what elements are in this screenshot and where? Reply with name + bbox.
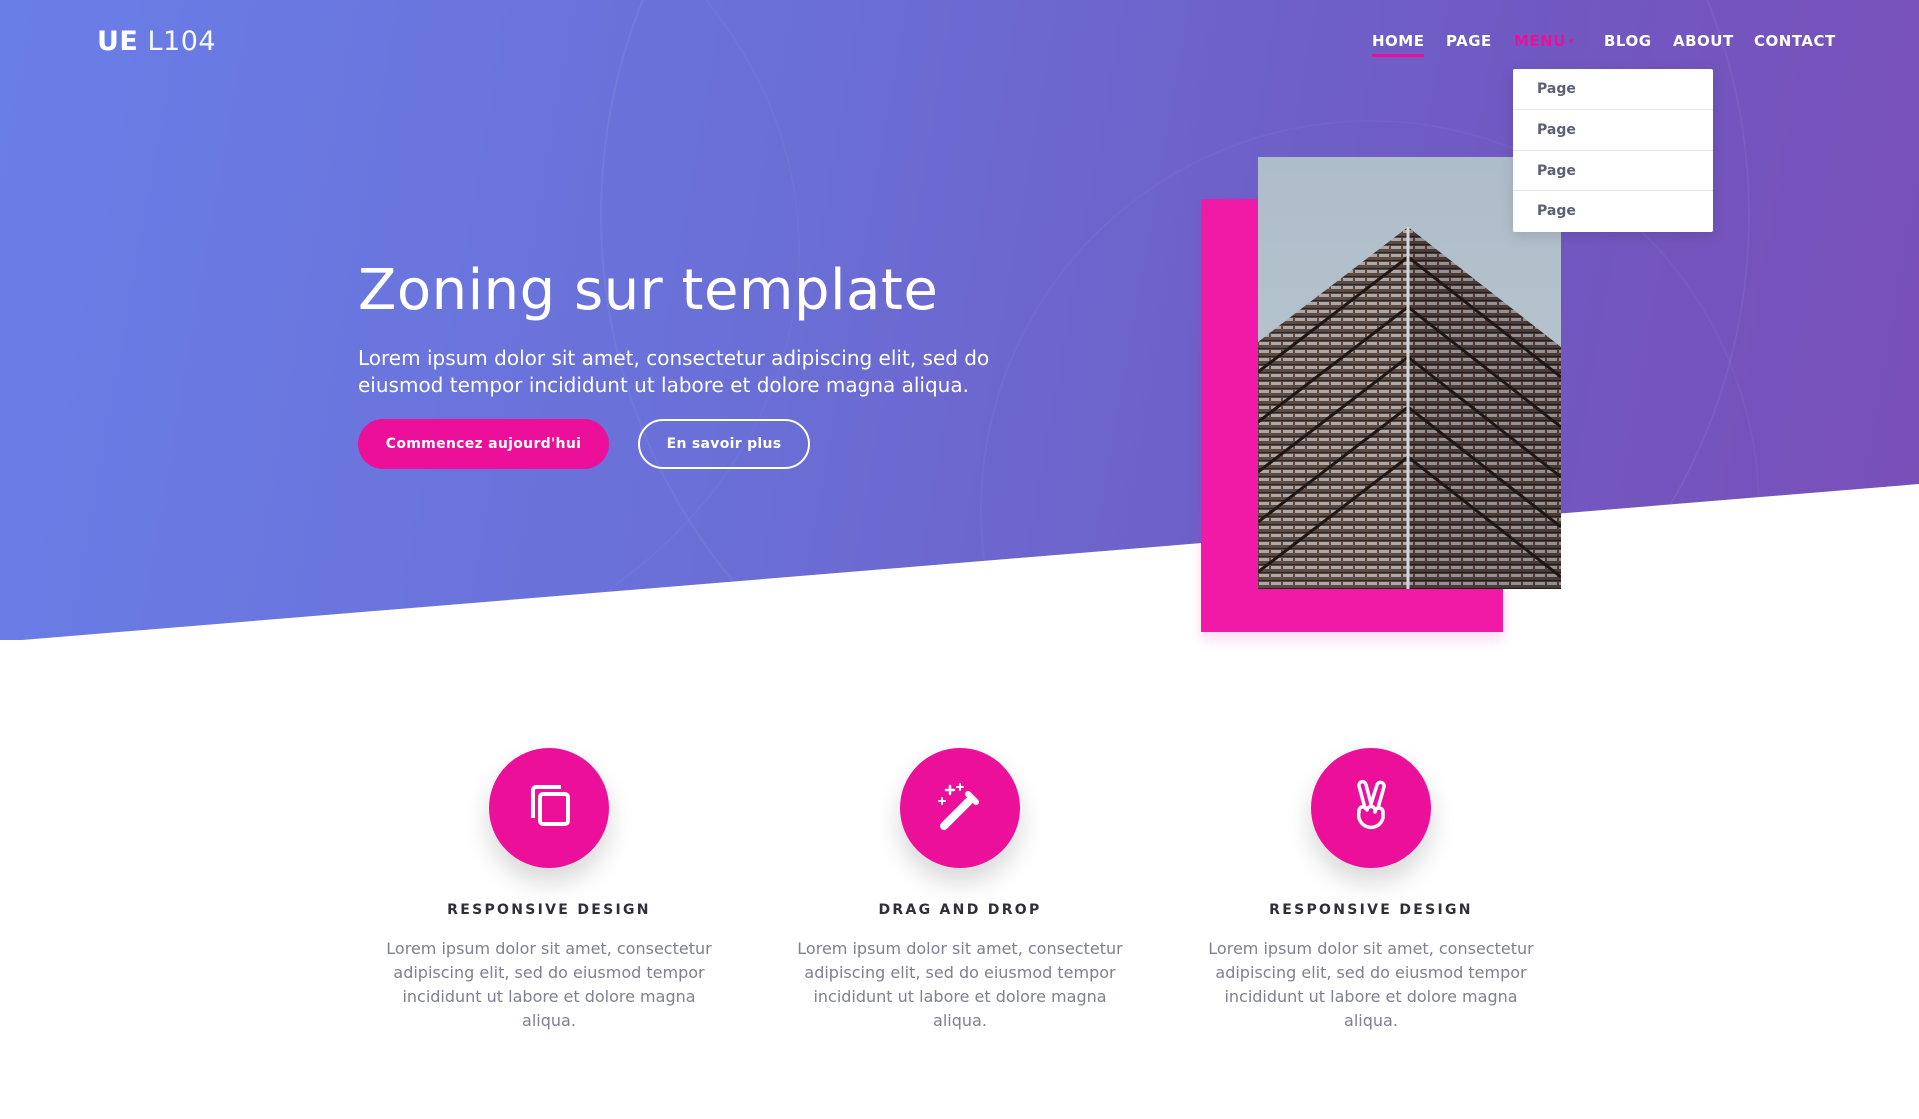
feature-title: RESPONSIVE DESIGN (447, 902, 651, 918)
feature-title: DRAG AND DROP (878, 902, 1042, 918)
feature-icon-circle (489, 748, 609, 868)
nav-contact[interactable]: CONTACT (1754, 32, 1836, 50)
menu-dropdown: Page Page Page Page (1513, 69, 1713, 232)
feature-text: Lorem ipsum dolor sit amet, consectetur … (1208, 939, 1534, 1030)
caret-down-icon: ▾ (1568, 37, 1574, 47)
dropdown-item[interactable]: Page (1513, 191, 1713, 232)
dropdown-item[interactable]: Page (1513, 110, 1713, 151)
nav-home[interactable]: HOME (1372, 32, 1425, 57)
logo-bold: UE (97, 26, 139, 57)
nav-about[interactable]: ABOUT (1673, 32, 1734, 50)
learn-more-button[interactable]: En savoir plus (638, 419, 810, 469)
feature-title: RESPONSIVE DESIGN (1269, 902, 1473, 918)
nav-menu-label: MENU (1514, 32, 1566, 50)
feature-icon-circle (900, 748, 1020, 868)
feature-card: RESPONSIVE DESIGN Lorem ipsum dolor sit … (379, 748, 719, 1033)
nav-menu[interactable]: MENU ▾ (1514, 32, 1574, 50)
feature-card: RESPONSIVE DESIGN Lorem ipsum dolor sit … (1201, 748, 1541, 1033)
feature-card: DRAG AND DROP Lorem ipsum dolor sit amet… (790, 748, 1130, 1033)
nav-blog[interactable]: BLOG (1604, 32, 1652, 50)
hero-title: Zoning sur template (358, 258, 939, 323)
feature-text: Lorem ipsum dolor sit amet, consectetur … (797, 939, 1123, 1030)
dropdown-item[interactable]: Page (1513, 69, 1713, 110)
dropdown-item[interactable]: Page (1513, 151, 1713, 192)
feature-icon-circle (1311, 748, 1431, 868)
site-logo[interactable]: UE L104 (97, 26, 216, 57)
logo-light: L104 (147, 26, 217, 57)
feature-text: Lorem ipsum dolor sit amet, consectetur … (386, 939, 712, 1030)
nav-page[interactable]: PAGE (1446, 32, 1492, 50)
hero-subtitle: Lorem ipsum dolor sit amet, consectetur … (358, 346, 990, 397)
get-started-button[interactable]: Commencez aujourd'hui (358, 419, 609, 469)
